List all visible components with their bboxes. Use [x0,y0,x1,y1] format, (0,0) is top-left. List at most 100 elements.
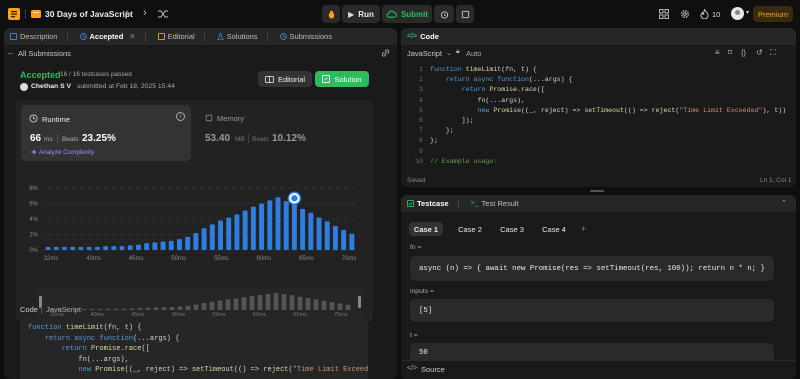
runtime-bar[interactable] [103,246,109,250]
code-line[interactable]: 3 return Promise.race([ [401,85,545,95]
inputs-field[interactable]: [5] [410,299,774,322]
code-editor[interactable]: 1 function timeLimit(fn, t) {2 return asy… [401,65,796,168]
runtime-bar[interactable] [234,214,240,250]
runtime-bar[interactable] [226,217,232,250]
runtime-bar[interactable] [86,246,92,250]
avatar[interactable] [731,7,744,20]
prev-problem-icon[interactable]: ‹ [125,7,129,19]
debug-button[interactable] [322,5,340,23]
runtime-bar[interactable] [201,228,207,250]
runtime-bar[interactable] [242,210,248,250]
code-line[interactable]: 9 [401,147,430,157]
slider-handle-right[interactable] [358,296,361,308]
braces-icon[interactable]: {} [741,48,746,57]
auto-label[interactable]: Auto [466,49,481,58]
tab-code[interactable]: </> Code [401,28,445,45]
runtime-bar[interactable] [349,233,355,250]
code-line[interactable]: 1 function timeLimit(fn, t) { [401,65,537,75]
code-line[interactable]: 7 }; [401,126,454,136]
format-icon[interactable]: ≡ [715,48,720,57]
runtime-bar[interactable] [275,197,281,250]
run-button[interactable]: ▶ Run [342,5,380,23]
runtime-bar[interactable] [267,200,273,250]
runtime-bar[interactable] [209,224,215,250]
runtime-bar[interactable] [62,246,67,250]
runtime-bar[interactable] [53,246,59,250]
runtime-bar[interactable] [259,203,265,251]
runtime-bar[interactable] [316,217,322,250]
runtime-bar[interactable] [177,239,182,250]
problem-list-icon[interactable] [8,8,20,20]
vertical-splitter[interactable] [590,190,604,192]
case-1-tab[interactable]: Case 1 [409,222,443,236]
runtime-bar[interactable] [300,208,306,250]
tab-description[interactable]: Description [4,28,74,45]
analyze-complexity-link[interactable]: Analyze Complexity [39,149,94,156]
runtime-bar[interactable] [135,244,141,250]
fullscreen-icon[interactable]: ⛶ [770,48,776,58]
runtime-bar[interactable] [152,242,158,250]
submitted-code-block[interactable]: function timeLimit(fn, t) { return async… [20,318,368,379]
runtime-bar[interactable] [341,229,347,250]
runtime-bar[interactable] [168,240,174,250]
timer-button[interactable] [434,5,454,23]
runtime-bar[interactable] [185,236,191,250]
runtime-bar[interactable] [193,232,199,250]
tab-solutions[interactable]: Solutions [211,28,274,45]
settings-gear-icon[interactable] [680,9,690,19]
reset-icon[interactable]: ↺ [756,48,763,57]
tab-accepted[interactable]: Accepted ✕ [74,28,152,45]
runtime-bar[interactable] [70,246,76,250]
add-case-button[interactable]: + [581,224,586,234]
runtime-bar[interactable] [78,246,84,250]
language-select[interactable]: JavaScript [407,49,442,58]
language-dropdown-icon[interactable]: ⌄ [446,49,452,57]
close-tab-icon[interactable]: ✕ [129,32,135,41]
code-line[interactable]: 2 return async function(...args) { [401,75,572,85]
code-line[interactable]: 6 ]); [401,116,474,126]
runtime-distribution-chart[interactable]: 8% 6% 4% 2% 0% 32ms 40ms 45ms 50ms 55ms 60ms 65ms 70… [16,180,373,285]
runtime-bar[interactable] [111,246,117,250]
code-line[interactable]: 8}; [401,136,438,146]
code-line[interactable]: 10 // Example usage: [401,157,497,167]
runtime-bar[interactable] [324,221,330,250]
layout-grid-icon[interactable] [659,9,669,19]
runtime-bar[interactable] [250,206,256,250]
runtime-bar[interactable] [94,246,100,250]
case-4-tab[interactable]: Case 4 [536,222,572,236]
code-line[interactable]: 4 fn(...args), [401,96,525,106]
next-problem-icon[interactable]: › [143,7,147,19]
study-plan-title[interactable]: 30 Days of JavaScript [45,9,133,19]
tab-test-result[interactable]: >_ Test Result [465,195,525,212]
username[interactable]: Chethan S V [31,83,71,90]
code-line[interactable]: 5 new Promise((_, reject) => setTimeout(… [401,106,786,116]
expand-icon[interactable]: ⌃ [781,199,787,207]
tab-editorial[interactable]: Editorial [152,28,211,45]
premium-button[interactable]: Premium [753,6,793,22]
runtime-bar[interactable] [308,212,314,250]
runtime-bar[interactable] [283,201,289,250]
editorial-button[interactable]: Editorial [258,71,312,87]
case-3-tab[interactable]: Case 3 [494,222,530,236]
info-icon[interactable]: i [176,112,185,121]
runtime-bar[interactable] [160,241,166,250]
back-arrow-icon[interactable]: ← [7,48,15,57]
source-link[interactable]: Source [421,365,445,374]
all-submissions-link[interactable]: All Submissions [18,49,71,58]
runtime-range-slider[interactable]: 32ms 40ms 45ms 50ms 55ms 60ms 65ms 70ms [38,288,362,318]
notes-button[interactable] [456,5,474,23]
bookmark-icon[interactable]: ⌑ [728,48,732,57]
streak-fire-icon[interactable] [700,9,709,19]
submit-button[interactable]: Submit [382,5,432,23]
case-2-tab[interactable]: Case 2 [452,222,488,236]
runtime-bar[interactable] [127,245,133,250]
runtime-bar[interactable] [45,246,51,250]
shuffle-icon[interactable] [158,9,168,19]
runtime-bar[interactable] [218,220,223,250]
tab-testcase[interactable]: Testcase [401,195,465,212]
solution-button[interactable]: Solution [315,71,369,87]
runtime-bar[interactable] [144,243,150,250]
runtime-card[interactable]: Runtime i 66 ms Beats 23.25% Analyze Com… [21,105,191,161]
memory-value[interactable]: 53.40 [205,133,230,144]
tab-submissions[interactable]: Submissions [274,28,339,45]
